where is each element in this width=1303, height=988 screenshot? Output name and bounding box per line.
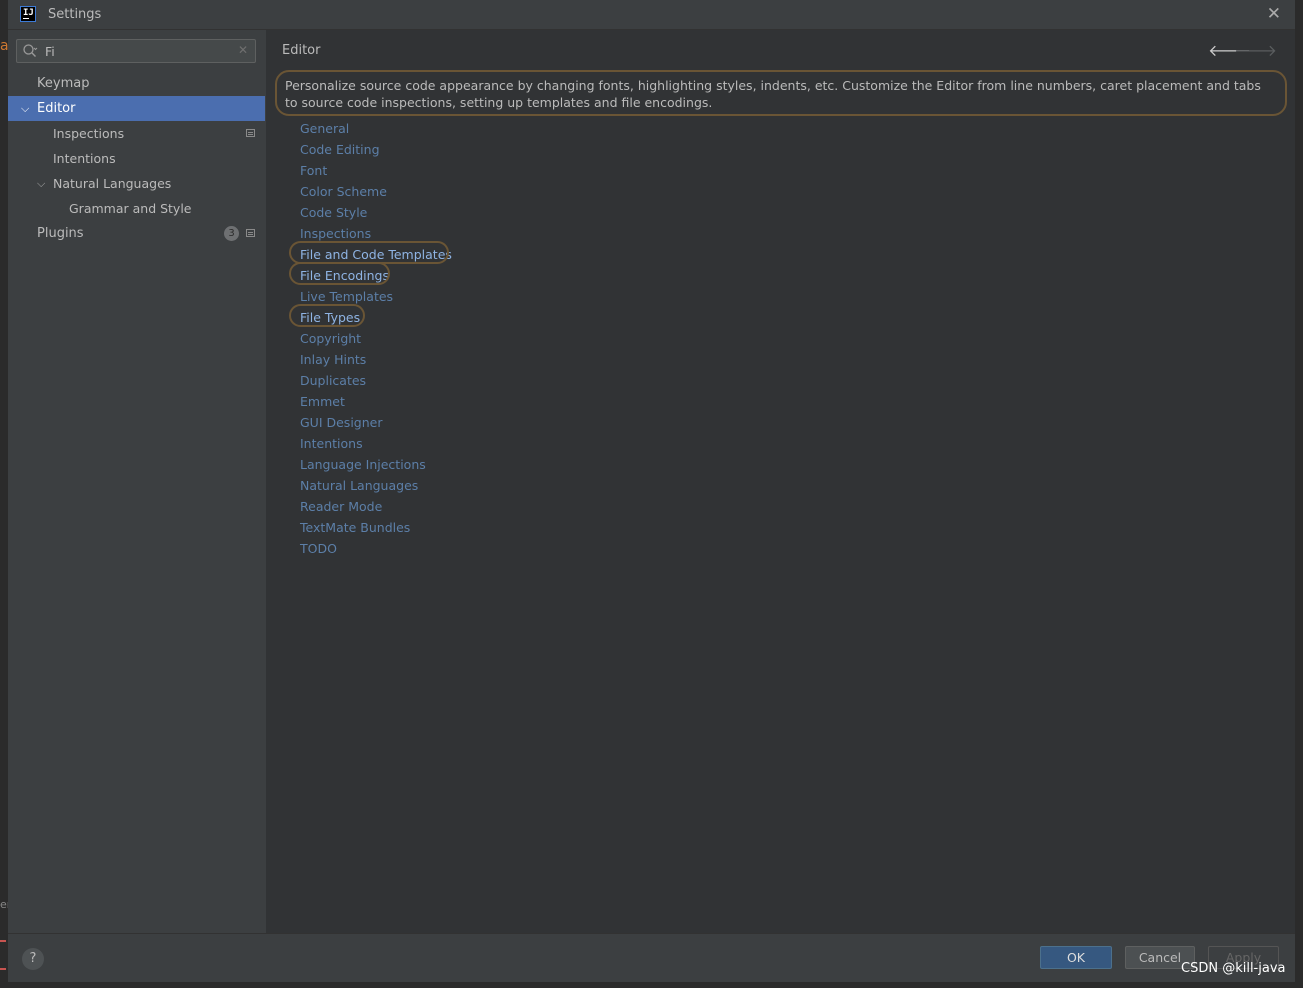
search-icon [23, 44, 38, 57]
update-count-badge: 3 [224, 226, 239, 241]
link-code-editing[interactable]: Code Editing [300, 142, 380, 157]
settings-search-field[interactable]: ✕ [16, 39, 256, 63]
tree-item-plugins[interactable]: Plugins 3 [8, 221, 265, 246]
link-language-injections[interactable]: Language Injections [300, 457, 426, 472]
search-match-highlight [289, 241, 449, 264]
error-stripe-mark [0, 968, 6, 970]
tree-item-editor[interactable]: ⌵ Editor [8, 96, 265, 121]
search-match-highlight [289, 304, 365, 327]
settings-tree: Keymap ⌵ Editor Inspections Intentions ⌵… [8, 71, 265, 246]
link-code-style[interactable]: Code Style [300, 205, 367, 220]
link-inspections[interactable]: Inspections [300, 226, 371, 241]
watermark: CSDN @kill-java [1181, 961, 1286, 976]
error-stripe-mark [0, 940, 6, 942]
window-title: Settings [48, 7, 102, 22]
title-bar[interactable]: IJ Settings ✕ [8, 0, 1295, 30]
link-copyright[interactable]: Copyright [300, 331, 361, 346]
link-emmet[interactable]: Emmet [300, 394, 345, 409]
settings-dialog: IJ Settings ✕ ✕ Keymap ⌵ Editor Inspecti… [8, 0, 1295, 983]
link-font[interactable]: Font [300, 163, 327, 178]
project-settings-icon [246, 129, 255, 137]
project-settings-icon [246, 229, 255, 237]
forward-arrow-icon[interactable]: 🡒 [1234, 40, 1277, 60]
background-ide-edge: a er [0, 0, 11, 988]
tree-item-intentions[interactable]: Intentions [8, 146, 265, 171]
clear-search-icon[interactable]: ✕ [238, 43, 248, 57]
sub-settings-links: General Code Editing Font Color Scheme C… [289, 118, 452, 559]
tree-item-inspections[interactable]: Inspections [8, 121, 265, 146]
page-description: Personalize source code appearance by ch… [275, 70, 1287, 116]
tree-item-label: Intentions [53, 151, 116, 166]
link-duplicates[interactable]: Duplicates [300, 373, 366, 388]
link-gui-designer[interactable]: GUI Designer [300, 415, 382, 430]
link-textmate-bundles[interactable]: TextMate Bundles [300, 520, 410, 535]
link-natural-languages[interactable]: Natural Languages [300, 478, 418, 493]
search-match-highlight [289, 262, 390, 285]
tree-item-label: Grammar and Style [69, 201, 192, 216]
chevron-down-icon[interactable]: ⌵ [37, 171, 45, 196]
tree-item-label: Plugins [37, 226, 84, 241]
link-todo[interactable]: TODO [300, 541, 337, 556]
settings-content-panel: Editor 🡐 🡒 Personalize source code appea… [266, 30, 1295, 933]
search-input[interactable] [45, 42, 235, 60]
settings-sidebar: ✕ Keymap ⌵ Editor Inspections Intentions… [8, 30, 265, 933]
link-color-scheme[interactable]: Color Scheme [300, 184, 387, 199]
link-inlay-hints[interactable]: Inlay Hints [300, 352, 366, 367]
link-intentions[interactable]: Intentions [300, 436, 363, 451]
link-reader-mode[interactable]: Reader Mode [300, 499, 382, 514]
tree-item-natural-languages[interactable]: ⌵ Natural Languages [8, 171, 265, 196]
tree-item-keymap[interactable]: Keymap [8, 71, 265, 96]
chevron-down-icon[interactable]: ⌵ [21, 96, 29, 121]
tree-item-label: Editor [37, 101, 76, 116]
close-icon[interactable]: ✕ [1267, 4, 1281, 24]
ok-button[interactable]: OK [1040, 946, 1112, 969]
background-ide-edge [0, 982, 1303, 988]
intellij-logo-icon: IJ [20, 6, 36, 22]
help-button[interactable]: ? [22, 948, 44, 970]
link-general[interactable]: General [300, 121, 349, 136]
link-live-templates[interactable]: Live Templates [300, 289, 393, 304]
tree-item-label: Inspections [53, 126, 125, 141]
dialog-button-bar: ? OK Cancel Apply [8, 933, 1295, 983]
tree-item-label: Keymap [37, 76, 90, 91]
page-title: Editor [282, 43, 321, 58]
tree-item-label: Natural Languages [53, 176, 172, 191]
tree-item-grammar-and-style[interactable]: Grammar and Style [8, 196, 265, 221]
background-ide-edge [1295, 0, 1303, 988]
